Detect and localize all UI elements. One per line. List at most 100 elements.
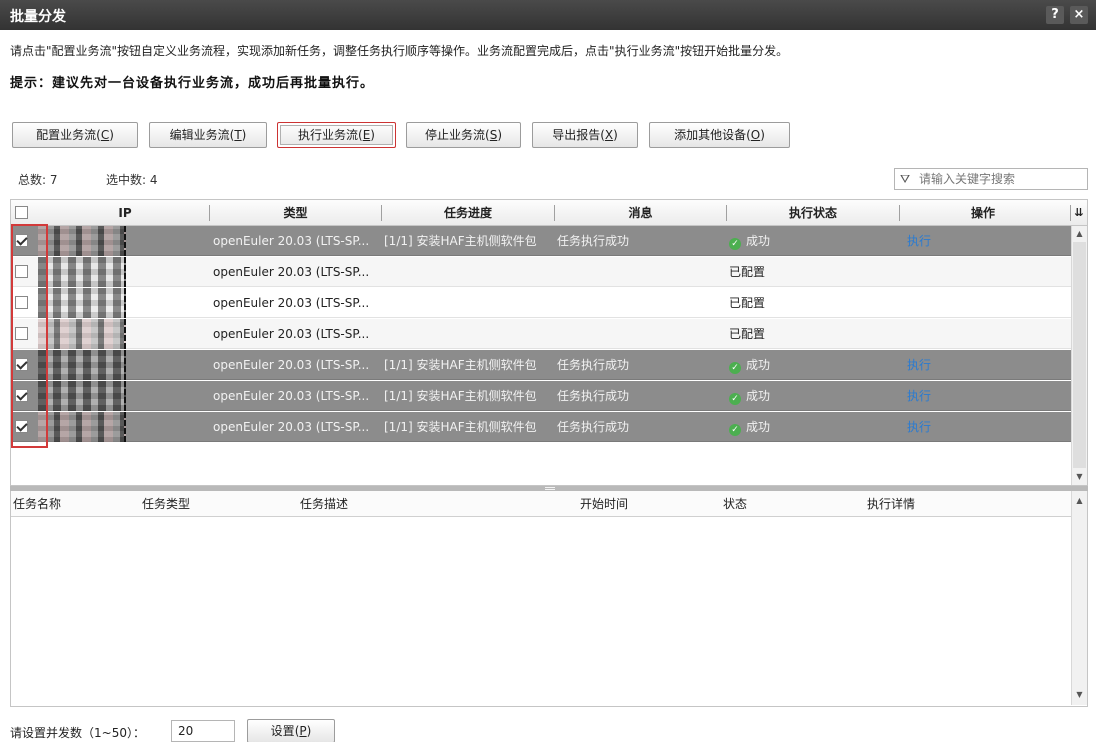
description-text: 请点击"配置业务流"按钮自定义业务流程，实现添加新任务，调整任务执行顺序等操作。… bbox=[10, 44, 789, 58]
task-grid: 任务名称 任务类型 任务描述 开始时间 状态 执行详情 ▲ ▼ bbox=[10, 491, 1088, 707]
exec-status-cell: 已配置 bbox=[729, 296, 766, 310]
device-grid-header: IP 类型 任务进度 消息 执行状态 操作 ⇊ bbox=[11, 200, 1087, 226]
col-task-type[interactable]: 任务类型 bbox=[142, 491, 190, 517]
execute-link[interactable]: 执行 bbox=[907, 381, 1027, 411]
table-row[interactable]: openEuler 20.03 (LTS-SP... [1/1] 安装HAF主机侧… bbox=[11, 350, 1071, 380]
scroll-up-icon[interactable]: ▲ bbox=[1074, 495, 1085, 507]
ip-redacted bbox=[38, 288, 126, 318]
row-checkbox[interactable] bbox=[15, 420, 28, 433]
stop-workflow-button[interactable]: 停止业务流(S) bbox=[406, 122, 521, 148]
progress-cell bbox=[384, 288, 554, 318]
concurrency-label: 请设置并发数（1~50）： bbox=[10, 726, 145, 740]
scroll-down-icon[interactable]: ▼ bbox=[1074, 471, 1085, 483]
search-box[interactable]: ⛛ bbox=[894, 168, 1088, 190]
window-titlebar: 批量分发 ? × bbox=[0, 0, 1096, 30]
execute-link[interactable] bbox=[907, 288, 1027, 318]
check-circle-icon: ✓ bbox=[729, 238, 741, 250]
col-ip[interactable]: IP bbox=[41, 200, 209, 226]
check-circle-icon: ✓ bbox=[729, 424, 741, 436]
exec-status-cell: 已配置 bbox=[729, 327, 766, 341]
task-grid-header: 任务名称 任务类型 任务描述 开始时间 状态 执行详情 bbox=[11, 491, 1071, 517]
execute-link[interactable]: 执行 bbox=[907, 350, 1027, 380]
col-task-status[interactable]: 状态 bbox=[723, 491, 747, 517]
progress-cell bbox=[384, 319, 554, 349]
window-title: 批量分发 bbox=[10, 9, 66, 25]
col-progress[interactable]: 任务进度 bbox=[382, 200, 554, 226]
exec-status-cell: ✓ 成功 bbox=[729, 381, 897, 411]
type-cell: openEuler 20.03 (LTS-SP... bbox=[213, 234, 370, 248]
col-exec-detail[interactable]: 执行详情 bbox=[867, 491, 915, 517]
col-start-time[interactable]: 开始时间 bbox=[580, 491, 628, 517]
col-operation[interactable]: 操作 bbox=[900, 200, 1066, 226]
device-grid: IP 类型 任务进度 消息 执行状态 操作 ⇊ openEuler 20.03 … bbox=[10, 199, 1088, 486]
ip-redacted bbox=[38, 412, 126, 442]
close-icon[interactable]: × bbox=[1070, 6, 1088, 24]
splitter-grip-icon[interactable] bbox=[545, 487, 555, 490]
add-device-button[interactable]: 添加其他设备(O) bbox=[649, 122, 790, 148]
message-cell bbox=[557, 257, 725, 287]
configure-workflow-button[interactable]: 配置业务流(C) bbox=[12, 122, 138, 148]
row-checkbox[interactable] bbox=[15, 265, 28, 278]
row-checkbox[interactable] bbox=[15, 327, 28, 340]
type-cell: openEuler 20.03 (LTS-SP... bbox=[213, 358, 370, 372]
execute-link[interactable]: 执行 bbox=[907, 412, 1027, 442]
task-grid-scrollbar[interactable]: ▲ ▼ bbox=[1071, 491, 1087, 705]
scroll-thumb[interactable] bbox=[1073, 242, 1086, 468]
table-row[interactable]: openEuler 20.03 (LTS-SP... [1/1] 安装HAF主机侧… bbox=[11, 381, 1071, 411]
table-row[interactable]: openEuler 20.03 (LTS-SP... [1/1] 安装HAF主机侧… bbox=[11, 226, 1071, 256]
col-type[interactable]: 类型 bbox=[210, 200, 381, 226]
message-cell: 任务执行成功 bbox=[557, 358, 630, 372]
scroll-down-icon[interactable]: ▼ bbox=[1074, 689, 1085, 701]
scroll-up-icon[interactable]: ▲ bbox=[1074, 228, 1085, 240]
table-row[interactable]: openEuler 20.03 (LTS-SP... 已配置 bbox=[11, 319, 1071, 349]
table-row[interactable]: openEuler 20.03 (LTS-SP... 已配置 bbox=[11, 257, 1071, 287]
execute-workflow-button[interactable]: 执行业务流(E) bbox=[277, 122, 396, 148]
column-chooser-icon[interactable]: ⇊ bbox=[1071, 200, 1087, 226]
col-task-desc[interactable]: 任务描述 bbox=[300, 491, 348, 517]
progress-cell: [1/1] 安装HAF主机侧软件包 bbox=[384, 358, 537, 372]
edit-workflow-button[interactable]: 编辑业务流(T) bbox=[149, 122, 267, 148]
export-report-button[interactable]: 导出报告(X) bbox=[532, 122, 638, 148]
device-grid-scrollbar[interactable]: ▲ ▼ bbox=[1071, 226, 1087, 485]
ip-redacted bbox=[38, 381, 126, 411]
ip-redacted bbox=[38, 319, 126, 349]
filter-icon: ⛛ bbox=[900, 172, 911, 186]
message-cell: 任务执行成功 bbox=[557, 420, 630, 434]
row-checkbox[interactable] bbox=[15, 389, 28, 402]
message-cell: 任务执行成功 bbox=[557, 234, 630, 248]
ip-redacted bbox=[38, 350, 126, 380]
table-row[interactable]: openEuler 20.03 (LTS-SP... 已配置 bbox=[11, 288, 1071, 318]
row-checkbox[interactable] bbox=[15, 358, 28, 371]
execute-link[interactable]: 执行 bbox=[907, 226, 1027, 256]
type-cell: openEuler 20.03 (LTS-SP... bbox=[213, 420, 370, 434]
help-icon[interactable]: ? bbox=[1046, 6, 1064, 24]
ip-redacted bbox=[38, 257, 126, 287]
exec-status-cell: ✓ 成功 bbox=[729, 226, 897, 256]
set-concurrency-button[interactable]: 设置(P) bbox=[247, 719, 335, 742]
message-cell: 任务执行成功 bbox=[557, 389, 630, 403]
progress-cell: [1/1] 安装HAF主机侧软件包 bbox=[384, 420, 537, 434]
col-task-name[interactable]: 任务名称 bbox=[13, 491, 61, 517]
progress-cell: [1/1] 安装HAF主机侧软件包 bbox=[384, 389, 537, 403]
execute-link[interactable] bbox=[907, 319, 1027, 349]
ip-redacted bbox=[38, 226, 126, 256]
progress-cell bbox=[384, 257, 554, 287]
concurrency-input[interactable] bbox=[171, 720, 235, 742]
message-cell bbox=[557, 288, 725, 318]
execute-link[interactable] bbox=[907, 257, 1027, 287]
exec-status-cell: ✓ 成功 bbox=[729, 350, 897, 380]
check-circle-icon: ✓ bbox=[729, 393, 741, 405]
selected-count: 选中数: 4 bbox=[106, 173, 158, 187]
exec-status-cell: ✓ 成功 bbox=[729, 412, 897, 442]
type-cell: openEuler 20.03 (LTS-SP... bbox=[213, 389, 370, 403]
search-input[interactable] bbox=[919, 171, 1083, 187]
type-cell: openEuler 20.03 (LTS-SP... bbox=[213, 327, 370, 341]
table-row[interactable]: openEuler 20.03 (LTS-SP... [1/1] 安装HAF主机侧… bbox=[11, 412, 1071, 442]
col-exec-status[interactable]: 执行状态 bbox=[727, 200, 899, 226]
total-count: 总数: 7 bbox=[18, 173, 58, 187]
row-checkbox[interactable] bbox=[15, 234, 28, 247]
row-checkbox[interactable] bbox=[15, 296, 28, 309]
select-all-checkbox[interactable] bbox=[15, 206, 28, 219]
tip-text: 提示：建议先对一台设备执行业务流，成功后再批量执行。 bbox=[10, 76, 375, 91]
col-message[interactable]: 消息 bbox=[555, 200, 726, 226]
